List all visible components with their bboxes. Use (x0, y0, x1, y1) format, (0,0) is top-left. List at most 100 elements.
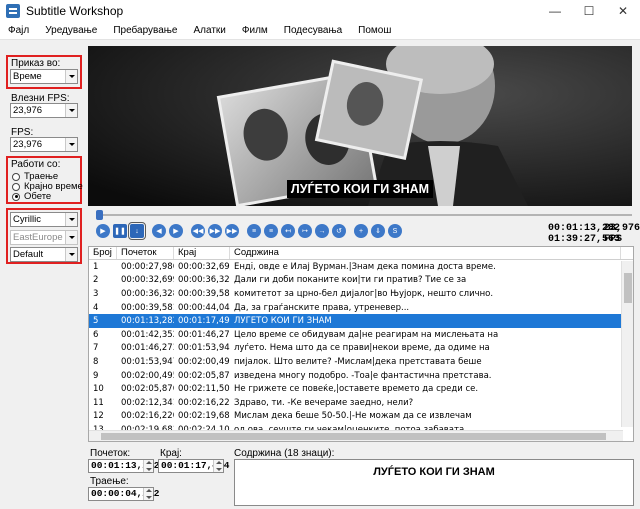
column-end[interactable]: Крај (174, 247, 230, 259)
column-text[interactable]: Содржина (230, 247, 621, 259)
scroll-thumb[interactable] (624, 273, 632, 303)
row-number: 4 (93, 302, 99, 313)
spinner-icon[interactable] (143, 460, 153, 472)
input-fps-select[interactable]: 23,976 (10, 103, 78, 118)
table-row[interactable]: 4 00:00:39,581 00:00:44,044 Да, за граѓанск… (89, 301, 633, 315)
sync-icon[interactable]: S (388, 224, 402, 238)
fast-forward-icon[interactable]: ▶▶ (225, 224, 239, 238)
duration-field[interactable]: 00:00:04,212 (88, 487, 159, 501)
charset-value: Cyrillic (13, 214, 41, 225)
table-row[interactable]: 3 00:00:36,328 00:00:39,581 комитетот за цр… (89, 287, 633, 301)
row-start: 00:00:36,328 (121, 288, 174, 299)
row-end: 00:00:36,328 (178, 275, 230, 286)
subtitle-text-field[interactable]: ЛУЃЕТО КОИ ГИ ЗНАМ (234, 459, 634, 506)
row-start: 00:01:46,273 (121, 343, 174, 354)
menu-tools[interactable]: Алатки (185, 25, 233, 36)
table-row[interactable]: 7 00:01:46,273 00:01:53,947 луѓето. Нема шт… (89, 342, 633, 356)
next-frame-icon[interactable]: ▶▶ (208, 224, 222, 238)
menu-settings[interactable]: Подесувања (276, 25, 350, 36)
start-time-field[interactable]: 00:01:13,282 (88, 459, 159, 473)
close-icon[interactable]: ✕ (606, 0, 640, 22)
charset-select[interactable]: Cyrillic (10, 212, 78, 227)
menu-movie[interactable]: Филм (234, 25, 276, 36)
row-start: 00:00:27,986 (121, 261, 174, 272)
row-number: 10 (93, 384, 104, 395)
input-fps-value: 23,976 (13, 105, 43, 116)
table-row[interactable]: 10 00:02:05,876 00:02:11,507 Не грижете се … (89, 382, 633, 396)
seek-slider[interactable] (96, 210, 632, 220)
end-label: Крај: (160, 448, 182, 459)
set-end-icon[interactable]: ↦ (298, 224, 312, 238)
video-preview[interactable]: ЛУЃЕТО КОИ ГИ ЗНАМ (88, 46, 632, 206)
spinner-icon[interactable] (213, 460, 223, 472)
back-frame-icon[interactable]: ◀◀ (191, 224, 205, 238)
vertical-scrollbar[interactable] (621, 261, 633, 427)
row-number: 5 (93, 316, 99, 327)
seek-thumb[interactable] (96, 210, 103, 220)
spinner-icon[interactable] (143, 488, 153, 500)
row-number: 7 (93, 343, 99, 354)
rewind-icon[interactable]: ◀ (152, 224, 166, 238)
minimize-icon[interactable]: — (538, 0, 572, 22)
play-icon[interactable]: ▶ (96, 224, 110, 238)
chevron-down-icon (65, 138, 77, 151)
column-number[interactable]: Број (89, 247, 117, 259)
loop-icon[interactable]: ↺ (332, 224, 346, 238)
subtitle-editor: Почеток: 00:01:13,282 Крај: 00:01:17,494… (88, 448, 634, 506)
menu-help[interactable]: Помош (350, 25, 399, 36)
row-end: 00:02:19,681 (178, 411, 230, 422)
chevron-down-icon (65, 248, 77, 261)
subtitle-overlay: ЛУЃЕТО КОИ ГИ ЗНАМ (88, 180, 632, 198)
row-start: 00:01:13,282 (121, 316, 174, 327)
text-label: Содржина (18 знаци): (234, 448, 335, 459)
pause-icon[interactable]: ❚❚ (113, 224, 127, 238)
table-row[interactable]: 9 00:02:00,495 00:02:05,876 изведена многу … (89, 369, 633, 383)
row-number: 6 (93, 329, 99, 340)
end-time-icon[interactable]: ≡ (264, 224, 278, 238)
row-end: 00:00:32,699 (178, 261, 230, 272)
work-with-label: Работи со: (11, 159, 61, 170)
menu-file[interactable]: Фајл (0, 25, 37, 36)
window-title: Subtitle Workshop (26, 4, 124, 18)
set-start-icon[interactable]: ↤ (281, 224, 295, 238)
table-row[interactable]: 5 00:01:13,282 00:01:17,494 ЛУЃЕТО КОИ ГИ З… (89, 314, 633, 328)
table-row[interactable]: 1 00:00:27,986 00:00:32,699 Ендi, овде е Ил… (89, 260, 633, 274)
row-start: 00:02:12,341 (121, 397, 174, 408)
row-number: 11 (93, 397, 104, 408)
forward-icon[interactable]: ▶ (169, 224, 183, 238)
duration-label: Траење: (90, 476, 129, 487)
chevron-down-icon (65, 213, 77, 226)
copy-icon[interactable]: ⇓ (371, 224, 385, 238)
horizontal-scrollbar[interactable] (89, 430, 623, 441)
style-select[interactable]: Default (10, 247, 78, 262)
radio-checked-icon (12, 192, 20, 201)
fps-select[interactable]: 23,976 (10, 137, 78, 152)
row-text: комитетот за црно-бел дијалог|во Њујорк,… (234, 288, 494, 299)
menu-search[interactable]: Пребарување (105, 25, 185, 36)
scroll-thumb[interactable] (101, 433, 606, 440)
end-time-field[interactable]: 00:01:17,494 (158, 459, 229, 473)
table-row[interactable]: 8 00:01:53,947 00:02:00,495 пијалок. Што ве… (89, 355, 633, 369)
title-bar: Subtitle Workshop — ☐ ✕ (0, 0, 640, 22)
radio-icon (12, 182, 20, 191)
view-select[interactable]: Време (10, 69, 78, 84)
stop-icon[interactable]: ↓ (128, 222, 146, 240)
add-icon[interactable]: + (354, 224, 368, 238)
row-number: 1 (93, 261, 99, 272)
row-end: 00:02:00,495 (178, 356, 230, 367)
table-row[interactable]: 11 00:02:12,341 00:02:16,220 Здраво, ти. -Ќ… (89, 396, 633, 410)
subtitle-table[interactable]: Број Почеток Крај Содржина 1 00:00:27,986… (88, 246, 634, 442)
table-row[interactable]: 2 00:00:32,699 00:00:36,328 Дали ги доби по… (89, 274, 633, 288)
row-start: 00:00:32,699 (121, 275, 174, 286)
fps-readout-value: 23,976 (604, 223, 640, 234)
maximize-icon[interactable]: ☐ (572, 0, 606, 22)
row-text: Мислам дека беше 50-50.|-Не можам да се … (234, 411, 472, 422)
radio-both[interactable]: Обете (12, 191, 51, 202)
start-time-icon[interactable]: ≡ (247, 224, 261, 238)
row-start: 00:02:00,495 (121, 370, 174, 381)
table-row[interactable]: 6 00:01:42,352 00:01:46,273 Цело време се о… (89, 328, 633, 342)
column-start[interactable]: Почеток (117, 247, 174, 259)
menu-edit[interactable]: Уредување (37, 25, 105, 36)
table-row[interactable]: 12 00:02:16,220 00:02:19,681 Мислам дека бе… (89, 410, 633, 424)
jump-icon[interactable]: → (315, 224, 329, 238)
